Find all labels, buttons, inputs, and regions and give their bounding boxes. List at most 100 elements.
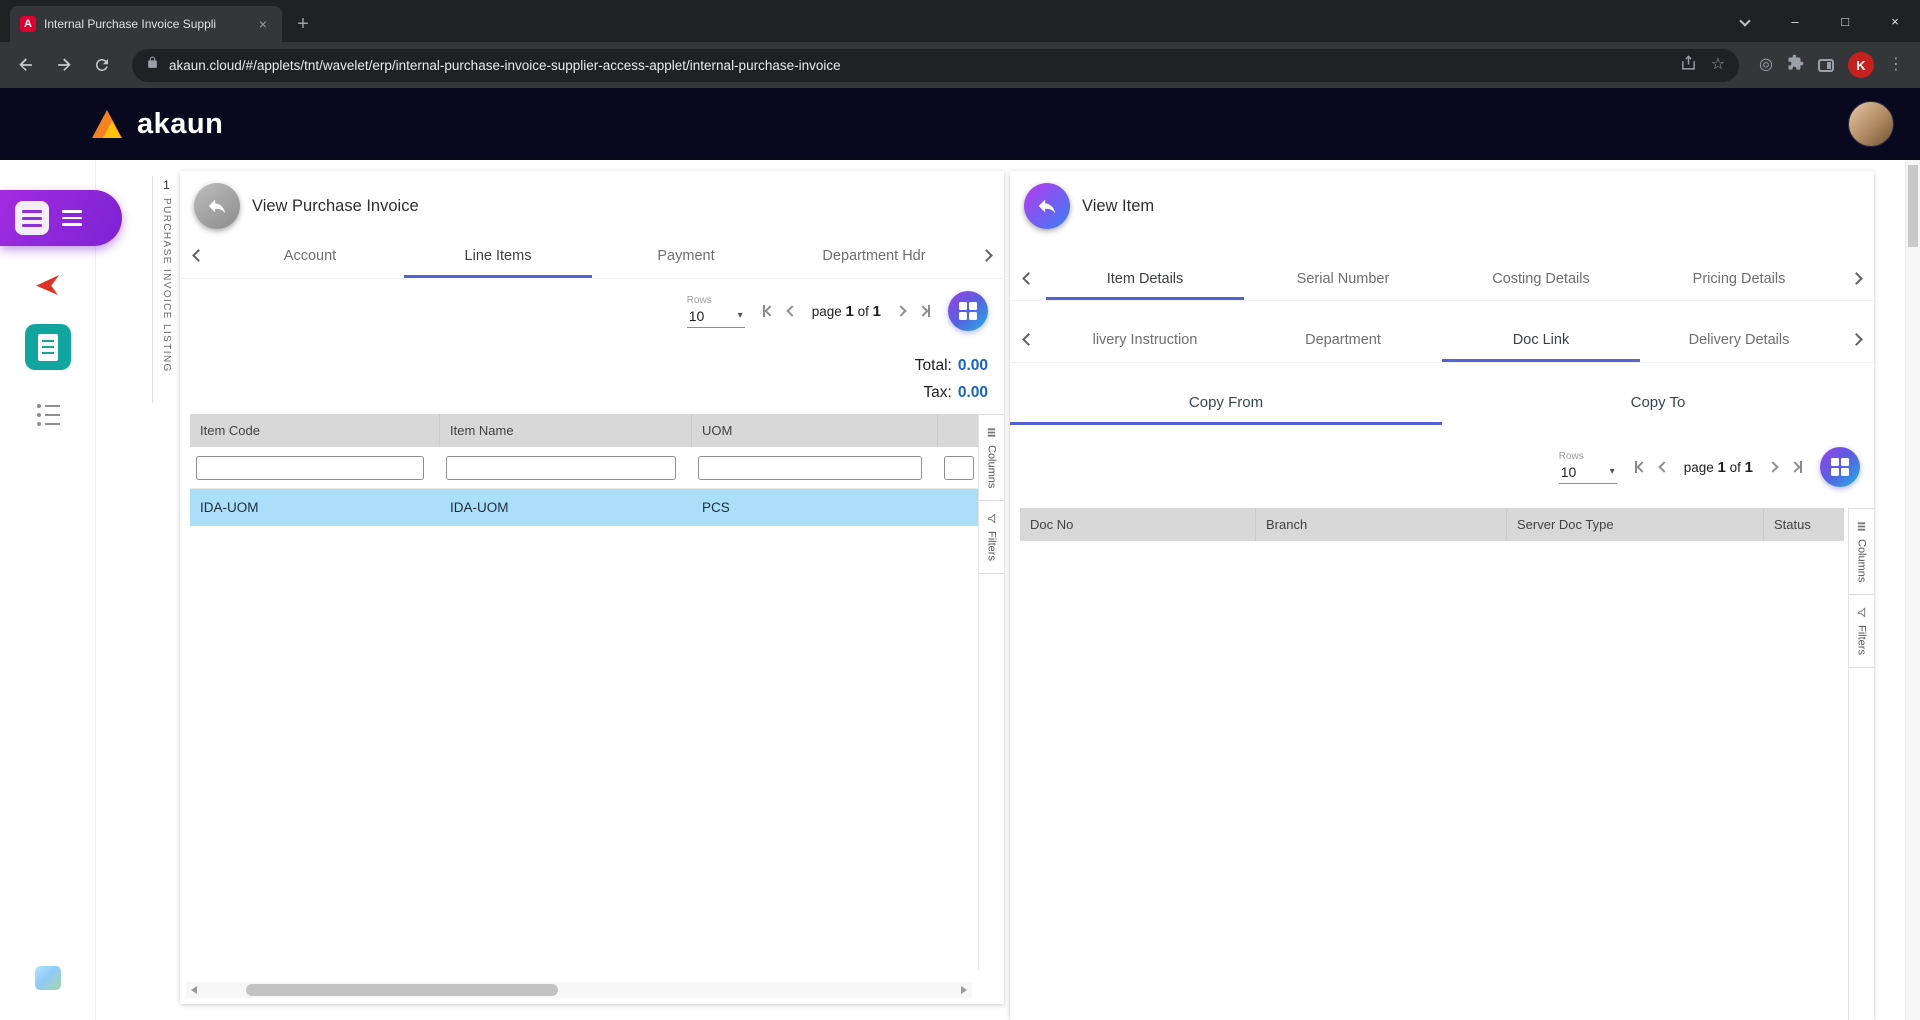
invoice-tabbar: Account Line Items Payment Department Hd… bbox=[180, 233, 1004, 279]
tab-pricing-details[interactable]: Pricing Details bbox=[1640, 257, 1838, 300]
sidebar-item-red-app[interactable] bbox=[0, 270, 96, 300]
tabs-scroll-left-icon[interactable] bbox=[1010, 317, 1046, 362]
columns-tool[interactable]: Columns bbox=[979, 414, 1004, 501]
sidebar-item-invoice-applet[interactable] bbox=[0, 324, 96, 370]
columns-tool[interactable]: Columns bbox=[1849, 508, 1874, 595]
filters-label: Filters bbox=[1856, 625, 1868, 655]
tab-account[interactable]: Account bbox=[216, 233, 404, 278]
filter-input-item-code[interactable] bbox=[196, 456, 424, 480]
rows-per-page-select[interactable]: Rows 10 ▾ bbox=[1559, 451, 1617, 484]
previous-page-button[interactable] bbox=[786, 303, 798, 319]
table-filter-row bbox=[190, 447, 978, 489]
tab-line-items[interactable]: Line Items bbox=[404, 233, 592, 278]
line-items-table: Item Code Item Name UOM IDA-UOM IDA-UOM … bbox=[190, 414, 978, 526]
tabs-scroll-left-icon[interactable] bbox=[1010, 257, 1046, 300]
new-tab-button[interactable]: + bbox=[288, 9, 318, 39]
page-scrollbar[interactable] bbox=[1905, 160, 1920, 1020]
tab-serial-number[interactable]: Serial Number bbox=[1244, 257, 1442, 300]
akaun-logo[interactable]: akaun bbox=[92, 108, 223, 141]
browser-tab[interactable]: A Internal Purchase Invoice Suppli × bbox=[10, 6, 282, 42]
grid-icon bbox=[959, 302, 978, 321]
window-maximize-button[interactable]: □ bbox=[1820, 0, 1870, 42]
horizontal-scrollbar[interactable] bbox=[186, 982, 972, 998]
table-side-toolbar: Columns Filters bbox=[978, 414, 1004, 970]
filter-input-extra[interactable] bbox=[944, 456, 974, 480]
pagination: page 1 of 1 bbox=[761, 301, 932, 321]
grid-view-button[interactable] bbox=[948, 291, 988, 331]
scrollbar-thumb[interactable] bbox=[246, 984, 558, 996]
tab-delivery-details[interactable]: Delivery Details bbox=[1640, 317, 1838, 362]
reload-icon[interactable] bbox=[86, 49, 118, 81]
header-extra bbox=[938, 414, 978, 447]
app-sidebar bbox=[0, 160, 96, 1020]
next-page-button[interactable] bbox=[1767, 459, 1779, 475]
browser-tab-strip: A Internal Purchase Invoice Suppli × + –… bbox=[0, 0, 1920, 42]
first-page-button[interactable] bbox=[761, 301, 776, 321]
table-header-row: Doc No Branch Server Doc Type Status bbox=[1020, 508, 1844, 541]
hamburger-menu-icon[interactable] bbox=[62, 210, 82, 226]
sidebar-item-listing[interactable] bbox=[0, 404, 96, 426]
rows-per-page-select[interactable]: Rows 10 ▾ bbox=[687, 295, 745, 328]
cell-item-code: IDA-UOM bbox=[190, 500, 440, 515]
header-uom: UOM bbox=[692, 414, 938, 447]
tab-department-hdr[interactable]: Department Hdr bbox=[780, 233, 968, 278]
sidebar-item-image[interactable] bbox=[0, 966, 96, 990]
columns-label: Columns bbox=[986, 445, 998, 488]
extension-target-icon[interactable]: ◎ bbox=[1759, 57, 1773, 73]
forward-icon[interactable] bbox=[48, 49, 80, 81]
profile-avatar[interactable]: K bbox=[1848, 52, 1874, 78]
akaun-logo-text: akaun bbox=[137, 108, 223, 141]
grid-view-button[interactable] bbox=[1820, 447, 1860, 487]
bookmark-star-icon[interactable]: ☆ bbox=[1711, 57, 1725, 73]
filter-input-item-name[interactable] bbox=[446, 456, 676, 480]
tabs-scroll-right-icon[interactable] bbox=[968, 233, 1004, 278]
lock-icon bbox=[146, 55, 159, 75]
tabs-scroll-right-icon[interactable] bbox=[1838, 257, 1874, 300]
tab-payment[interactable]: Payment bbox=[592, 233, 780, 278]
side-panel-icon[interactable] bbox=[1818, 59, 1834, 72]
item-tabbar-row2: livery Instruction Department Doc Link D… bbox=[1010, 317, 1874, 363]
previous-page-button[interactable] bbox=[1658, 459, 1670, 475]
table-row[interactable]: IDA-UOM IDA-UOM PCS bbox=[190, 489, 978, 526]
filters-tool[interactable]: Filters bbox=[979, 501, 1004, 574]
window-close-button[interactable]: × bbox=[1870, 0, 1920, 42]
doc-link-table: Doc No Branch Server Doc Type Status bbox=[1020, 508, 1844, 541]
tab-copy-to[interactable]: Copy To bbox=[1442, 379, 1874, 425]
filters-tool[interactable]: Filters bbox=[1849, 595, 1874, 668]
page-indicator: page 1 of 1 bbox=[812, 303, 881, 320]
last-page-button[interactable] bbox=[1789, 457, 1804, 477]
header-doc-no: Doc No bbox=[1020, 508, 1256, 541]
last-page-button[interactable] bbox=[917, 301, 932, 321]
tab-doc-link[interactable]: Doc Link bbox=[1442, 317, 1640, 362]
purchase-invoice-listing-vertical-tab[interactable]: 1 PURCHASE INVOICE LISTING bbox=[152, 176, 180, 403]
tabs-scroll-left-icon[interactable] bbox=[180, 233, 216, 278]
kebab-menu-icon[interactable]: ⋮ bbox=[1888, 57, 1904, 73]
user-avatar[interactable] bbox=[1848, 101, 1894, 147]
back-button[interactable] bbox=[194, 183, 240, 229]
filter-input-uom[interactable] bbox=[698, 456, 922, 480]
tab-item-details[interactable]: Item Details bbox=[1046, 257, 1244, 300]
tab-costing-details[interactable]: Costing Details bbox=[1442, 257, 1640, 300]
scroll-right-icon[interactable] bbox=[956, 986, 972, 994]
cell-item-name: IDA-UOM bbox=[440, 500, 692, 515]
active-applet-pill[interactable] bbox=[0, 190, 122, 246]
tab-delivery-instruction[interactable]: livery Instruction bbox=[1046, 317, 1244, 362]
first-page-button[interactable] bbox=[1633, 457, 1648, 477]
window-minimize-button[interactable]: – bbox=[1770, 0, 1820, 42]
tab-copy-from[interactable]: Copy From bbox=[1010, 379, 1442, 425]
next-page-button[interactable] bbox=[895, 303, 907, 319]
tab-department[interactable]: Department bbox=[1244, 317, 1442, 362]
total-label: Total: bbox=[915, 357, 952, 374]
akaun-logo-icon bbox=[92, 109, 128, 139]
back-button[interactable] bbox=[1024, 183, 1070, 229]
extensions-puzzle-icon[interactable] bbox=[1787, 54, 1804, 76]
tabs-scroll-right-icon[interactable] bbox=[1838, 317, 1874, 362]
scroll-left-icon[interactable] bbox=[186, 986, 202, 994]
address-bar[interactable]: akaun.cloud/#/applets/tnt/wavelet/erp/in… bbox=[132, 49, 1739, 82]
scrollbar-thumb[interactable] bbox=[1908, 165, 1918, 247]
back-icon[interactable] bbox=[10, 49, 42, 81]
share-icon[interactable] bbox=[1680, 54, 1697, 76]
tab-search-chevron-icon[interactable] bbox=[1720, 0, 1770, 42]
image-thumbnail-icon bbox=[35, 966, 61, 990]
tab-close-icon[interactable]: × bbox=[254, 15, 272, 33]
